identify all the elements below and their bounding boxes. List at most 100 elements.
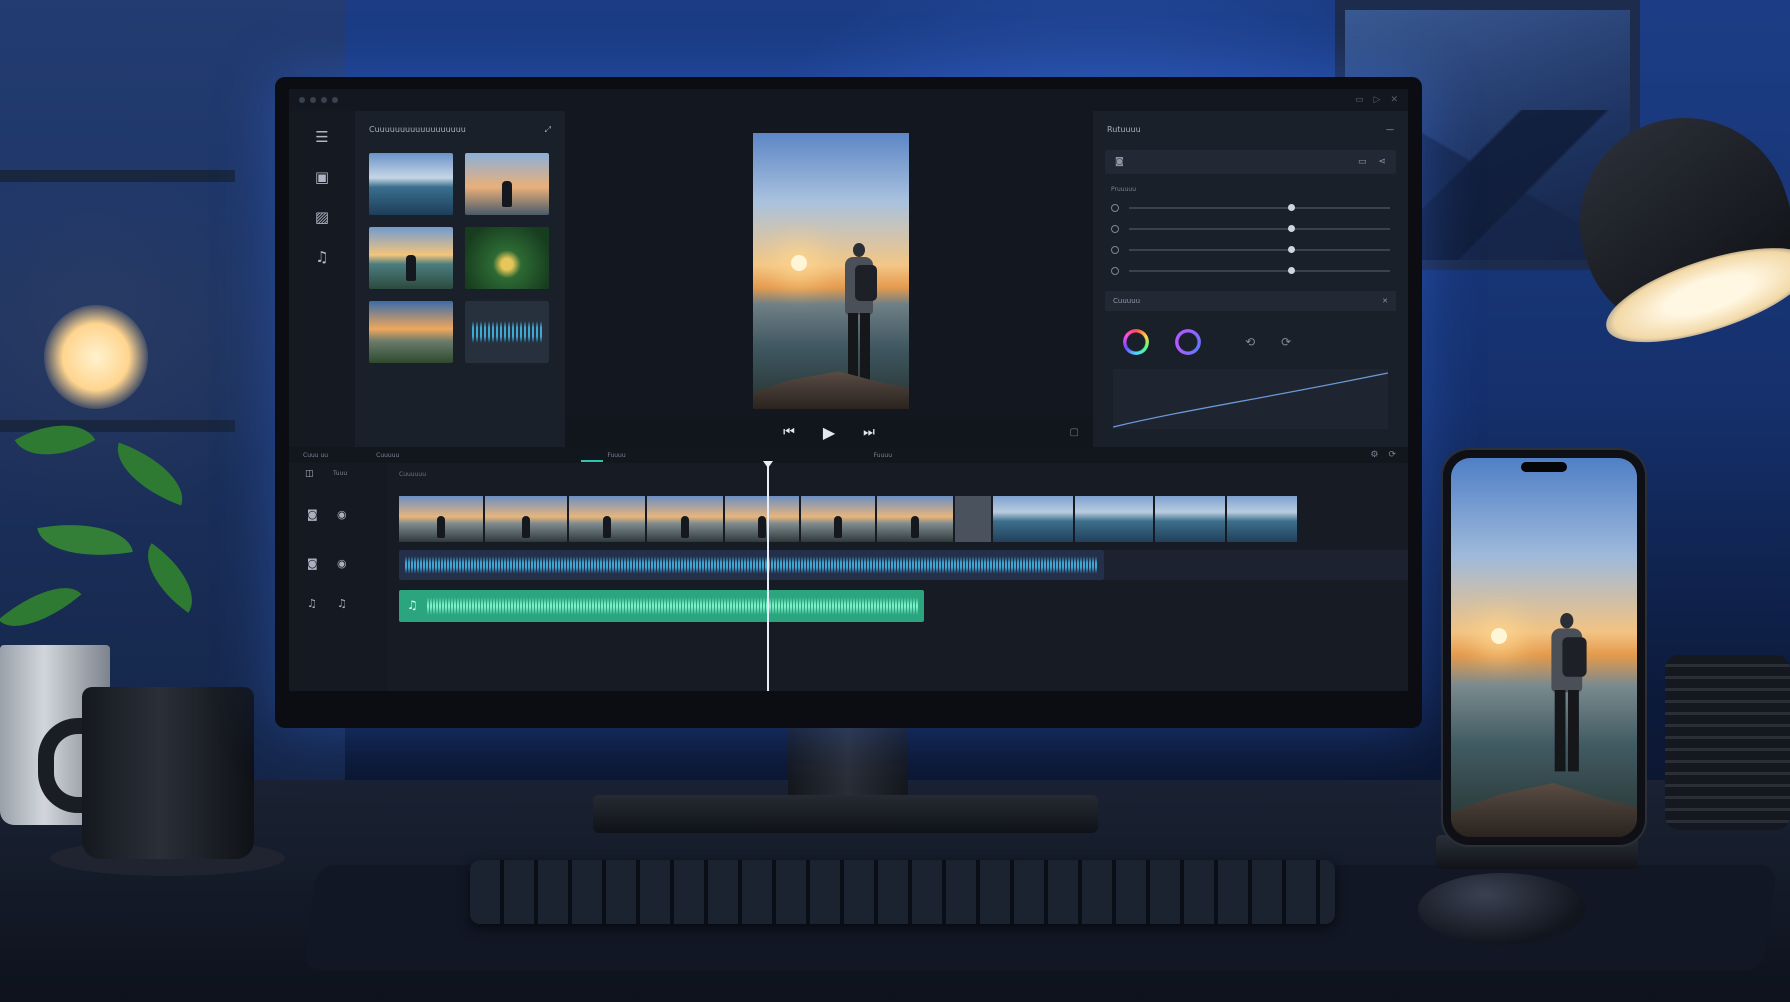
video-clip[interactable] xyxy=(1075,496,1153,542)
keyboard xyxy=(470,860,1335,924)
video-icon[interactable]: ▭ xyxy=(1358,157,1367,167)
visibility-icon[interactable]: ◉ xyxy=(337,557,347,570)
inspector-header: Rutuuuu — xyxy=(1105,111,1396,134)
skip-forward-icon[interactable]: ⏭ xyxy=(863,425,875,440)
video-clip[interactable] xyxy=(1227,496,1297,542)
image-icon[interactable]: ▣ xyxy=(311,167,333,187)
video-editor-window: ▭ ▷ ✕ ☰ ▣ ▨ ♫ Cuuuuuuuuuuuuuuuuuu ⤢ ⏮ ▶ … xyxy=(289,89,1408,691)
video-clip-gap[interactable] xyxy=(955,496,991,542)
slider-knob[interactable] xyxy=(1287,224,1295,232)
slider-track[interactable] xyxy=(1129,266,1390,274)
fullscreen-icon[interactable]: ▢ xyxy=(1070,427,1079,438)
refresh-icon[interactable]: ⟳ xyxy=(1281,335,1291,349)
close-icon[interactable]: ✕ xyxy=(1390,95,1398,105)
mug xyxy=(82,687,254,859)
ambient-lamp xyxy=(44,305,148,409)
slider-knob[interactable] xyxy=(1287,266,1295,274)
slider-knob[interactable] xyxy=(1287,203,1295,211)
video-clip[interactable] xyxy=(725,496,799,542)
tone-curve-graph xyxy=(1113,372,1388,428)
layers-icon[interactable]: ☰ xyxy=(311,127,333,147)
refresh-icon[interactable]: ⟳ xyxy=(1388,450,1396,460)
window-controls: ▭ ▷ ✕ xyxy=(1355,95,1398,105)
color-section-header: Cuuuuu ✕ xyxy=(1105,291,1396,311)
track-toggle-icon[interactable]: ◫ xyxy=(305,469,314,479)
track-label: Tuuu xyxy=(333,470,348,477)
adjustment-sliders xyxy=(1105,197,1396,281)
timeline-header: Cuuu uu Cuuuuu Fuuuu Fuuuu ⚙ ⟳ xyxy=(289,447,1408,463)
restore-icon[interactable]: ▷ xyxy=(1374,95,1381,105)
video-track-icon[interactable]: ◙ xyxy=(307,508,318,521)
slider-track[interactable] xyxy=(1129,203,1390,211)
color-wheel[interactable] xyxy=(1175,329,1201,355)
video-clip[interactable] xyxy=(485,496,567,542)
hiker xyxy=(841,243,877,393)
music-track-icon[interactable]: ♫ xyxy=(307,597,317,610)
reset-icon[interactable]: ⟲ xyxy=(1245,335,1255,349)
slider-track[interactable] xyxy=(1129,224,1390,232)
timeline-controls: ⚙ ⟳ xyxy=(1370,450,1396,460)
phone xyxy=(1443,450,1645,845)
video-clip[interactable] xyxy=(801,496,875,542)
music-icon[interactable]: ♫ xyxy=(337,597,347,610)
video-clip[interactable] xyxy=(399,496,483,542)
playhead[interactable] xyxy=(763,461,773,691)
adjustment-slider[interactable] xyxy=(1105,260,1396,281)
video-clip[interactable] xyxy=(647,496,723,542)
window-dot[interactable] xyxy=(310,97,316,103)
hiker-figure xyxy=(502,181,512,207)
gallery-icon[interactable]: ▨ xyxy=(311,207,333,227)
expand-icon[interactable]: ⤢ xyxy=(545,125,551,135)
music-icon[interactable]: ♫ xyxy=(311,247,333,267)
camera-icon[interactable]: ◙ xyxy=(1115,157,1124,167)
slider-track[interactable] xyxy=(1129,245,1390,253)
window-dot[interactable] xyxy=(332,97,338,103)
media-panel: Cuuuuuuuuuuuuuuuuuu ⤢ xyxy=(355,111,565,447)
window-dot[interactable] xyxy=(321,97,327,103)
timeline-tab-a[interactable]: Fuuuu xyxy=(607,452,625,459)
video-clip[interactable] xyxy=(993,496,1073,542)
track-headers xyxy=(289,463,387,691)
tone-curve[interactable] xyxy=(1113,369,1388,429)
media-thumb-lake-mountains[interactable] xyxy=(369,153,453,215)
timeline-ruler: Cuuuuuu xyxy=(399,471,427,478)
collapse-icon[interactable]: — xyxy=(1386,125,1394,134)
timeline-tab-left[interactable]: Cuuu uu xyxy=(303,452,328,459)
window-dot[interactable] xyxy=(299,97,305,103)
video-clip[interactable] xyxy=(1155,496,1225,542)
adjustment-slider[interactable] xyxy=(1105,218,1396,239)
phone-notch xyxy=(1521,462,1567,472)
timeline-tab-b[interactable]: Fuuuu xyxy=(874,452,892,459)
timeline: ◫ Tuuu Cuuuuuu ◙ ◉ ◙ ◉ ♫ ♫ ♫ xyxy=(289,461,1408,691)
minimize-icon[interactable]: ▭ xyxy=(1355,95,1364,105)
music-track-clip[interactable]: ♫ xyxy=(399,590,924,622)
color-wheel[interactable] xyxy=(1123,329,1149,355)
adjustment-slider[interactable] xyxy=(1105,239,1396,260)
sun xyxy=(1491,628,1507,644)
media-thumb-palm-leaves[interactable] xyxy=(465,227,549,289)
camera-lens xyxy=(1665,655,1790,830)
slider-icon xyxy=(1111,203,1119,212)
play-icon[interactable]: ▶ xyxy=(823,423,835,442)
video-clip[interactable] xyxy=(877,496,953,542)
share-icon[interactable]: ⋖ xyxy=(1378,157,1386,167)
video-preview[interactable] xyxy=(753,133,909,409)
visibility-icon[interactable]: ◉ xyxy=(337,508,347,521)
video-clip[interactable] xyxy=(569,496,645,542)
media-thumb-mountain-forest[interactable] xyxy=(369,301,453,363)
media-thumb-audio[interactable] xyxy=(465,301,549,363)
slider-icon xyxy=(1111,224,1119,233)
adjustment-slider[interactable] xyxy=(1105,197,1396,218)
close-icon[interactable]: ✕ xyxy=(1382,297,1388,305)
phone-screen-preview xyxy=(1451,458,1637,837)
video-track xyxy=(399,496,1297,542)
timeline-tab-main[interactable]: Cuuuuu xyxy=(376,452,399,459)
media-thumb-hiker-sunset[interactable] xyxy=(465,153,549,215)
media-thumb-hiker-lake[interactable] xyxy=(369,227,453,289)
rock xyxy=(1451,783,1637,837)
audio-track-clip[interactable] xyxy=(399,550,1104,580)
settings-icon[interactable]: ⚙ xyxy=(1370,450,1378,460)
slider-knob[interactable] xyxy=(1287,245,1295,253)
skip-back-icon[interactable]: ⏮ xyxy=(783,425,795,440)
audio-track-icon[interactable]: ◙ xyxy=(307,557,318,570)
